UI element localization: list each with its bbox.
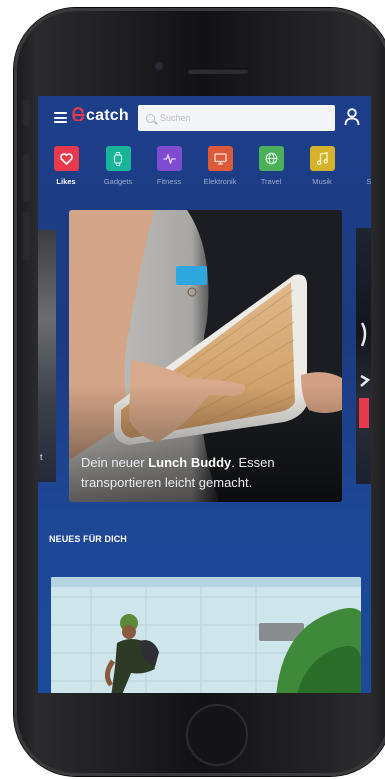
category-label: Gadgets (103, 177, 133, 186)
watch-icon (105, 146, 131, 171)
volume-down-button (23, 212, 29, 260)
brand-name: catch (86, 107, 129, 124)
heart-icon (53, 146, 79, 171)
search-bar[interactable] (138, 105, 335, 131)
category-label: Fitness (156, 177, 182, 186)
category-travel[interactable]: Travel (246, 146, 296, 186)
next-card-peek[interactable] (356, 228, 371, 484)
category-sup[interactable]: 1 Sup (348, 146, 371, 186)
pulse-icon (156, 146, 182, 171)
volume-up-button (23, 154, 29, 202)
previous-card-text: t (40, 452, 43, 462)
category-label: Likes (56, 177, 76, 186)
featured-card[interactable]: Dein neuer Lunch Buddy. Essen transporti… (69, 210, 342, 502)
product-name: Lunch Buddy (148, 455, 232, 470)
category-label: Elektronik (203, 177, 237, 186)
music-icon (309, 146, 335, 171)
card-caption: Dein neuer Lunch Buddy. Essen transporti… (81, 455, 275, 490)
globe-icon (258, 146, 284, 171)
category-elektronik[interactable]: Elektronik (195, 146, 245, 186)
category-gadgets[interactable]: Gadgets (93, 146, 143, 186)
logo-mark-icon (72, 107, 85, 121)
category-musik[interactable]: Musik (297, 146, 347, 186)
feature-card[interactable] (51, 577, 361, 693)
front-camera (154, 61, 164, 71)
search-icon (146, 113, 155, 123)
category-likes[interactable]: Likes (41, 146, 91, 186)
category-bar: Likes Gadgets Fitness Elektronik Travel (38, 146, 371, 198)
mute-switch (23, 100, 29, 126)
user-profile-icon[interactable] (344, 108, 360, 126)
search-input[interactable] (160, 113, 320, 123)
home-button[interactable] (186, 704, 248, 766)
skateboarder-photo (51, 577, 361, 693)
menu-icon[interactable] (54, 112, 67, 123)
category-fitness[interactable]: Fitness (144, 146, 194, 186)
brand-logo[interactable]: catch (71, 107, 129, 125)
section-title: NEUES FÜR DICH (49, 534, 127, 544)
featured-carousel[interactable]: t Dein neuer Lunch Buddy. Essen transpor… (38, 210, 371, 503)
app-screen: catch Likes Gadgets Fitness (38, 96, 371, 693)
top-bar: catch (38, 96, 371, 140)
category-label: Travel (260, 177, 282, 186)
partial-icon: 1 (361, 146, 372, 171)
earpiece-speaker (187, 68, 249, 74)
monitor-icon (207, 146, 233, 171)
category-label: Musik (312, 177, 332, 186)
previous-card-peek[interactable] (38, 230, 56, 482)
category-label: Sup (366, 177, 371, 186)
